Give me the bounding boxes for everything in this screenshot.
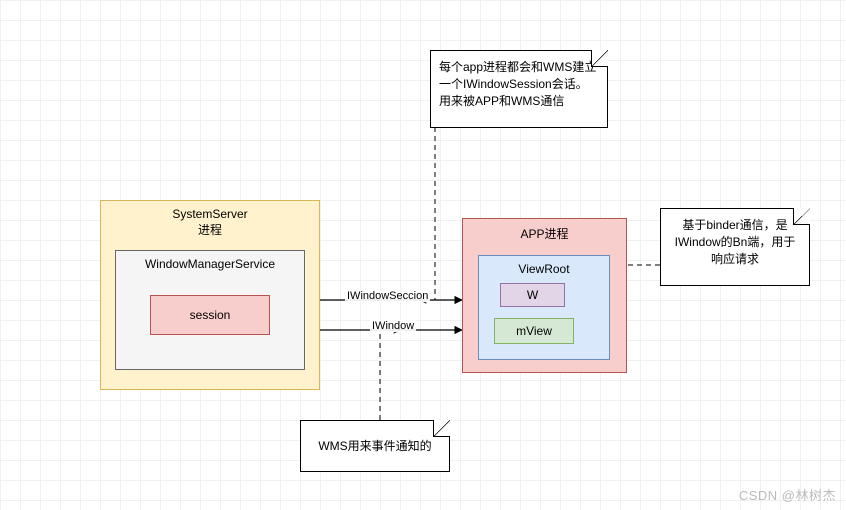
note-right: 基于binder通信，是IWindow的Bn端，用于响应请求 [660,208,810,286]
note-right-text: 基于binder通信，是IWindow的Bn端，用于响应请求 [675,218,796,266]
note-top-text: 每个app进程都会和WMS建立一个IWindowSession会话。用来被APP… [439,60,596,108]
watermark: CSDN @林树杰 [739,485,836,504]
w-box: W [500,283,565,307]
edge-label-iwindow: IWindow [370,320,416,332]
w-label: W [527,288,538,302]
note-top: 每个app进程都会和WMS建立一个IWindowSession会话。用来被APP… [430,50,608,128]
mview-box: mView [494,318,574,344]
app-process-title: APP进程 [520,225,568,242]
session-label: session [190,308,231,322]
note-bottom: WMS用来事件通知的 [300,420,450,472]
session-box: session [150,295,270,335]
systemserver-title: SystemServer 进程 [172,207,247,238]
note-bottom-text: WMS用来事件通知的 [318,438,431,455]
mview-label: mView [516,324,552,338]
wms-title: WindowManagerService [145,257,275,271]
viewroot-box: ViewRoot [478,255,610,360]
viewroot-title: ViewRoot [518,262,569,276]
edge-label-iwindowsession: IWindowSeccion [345,290,430,302]
